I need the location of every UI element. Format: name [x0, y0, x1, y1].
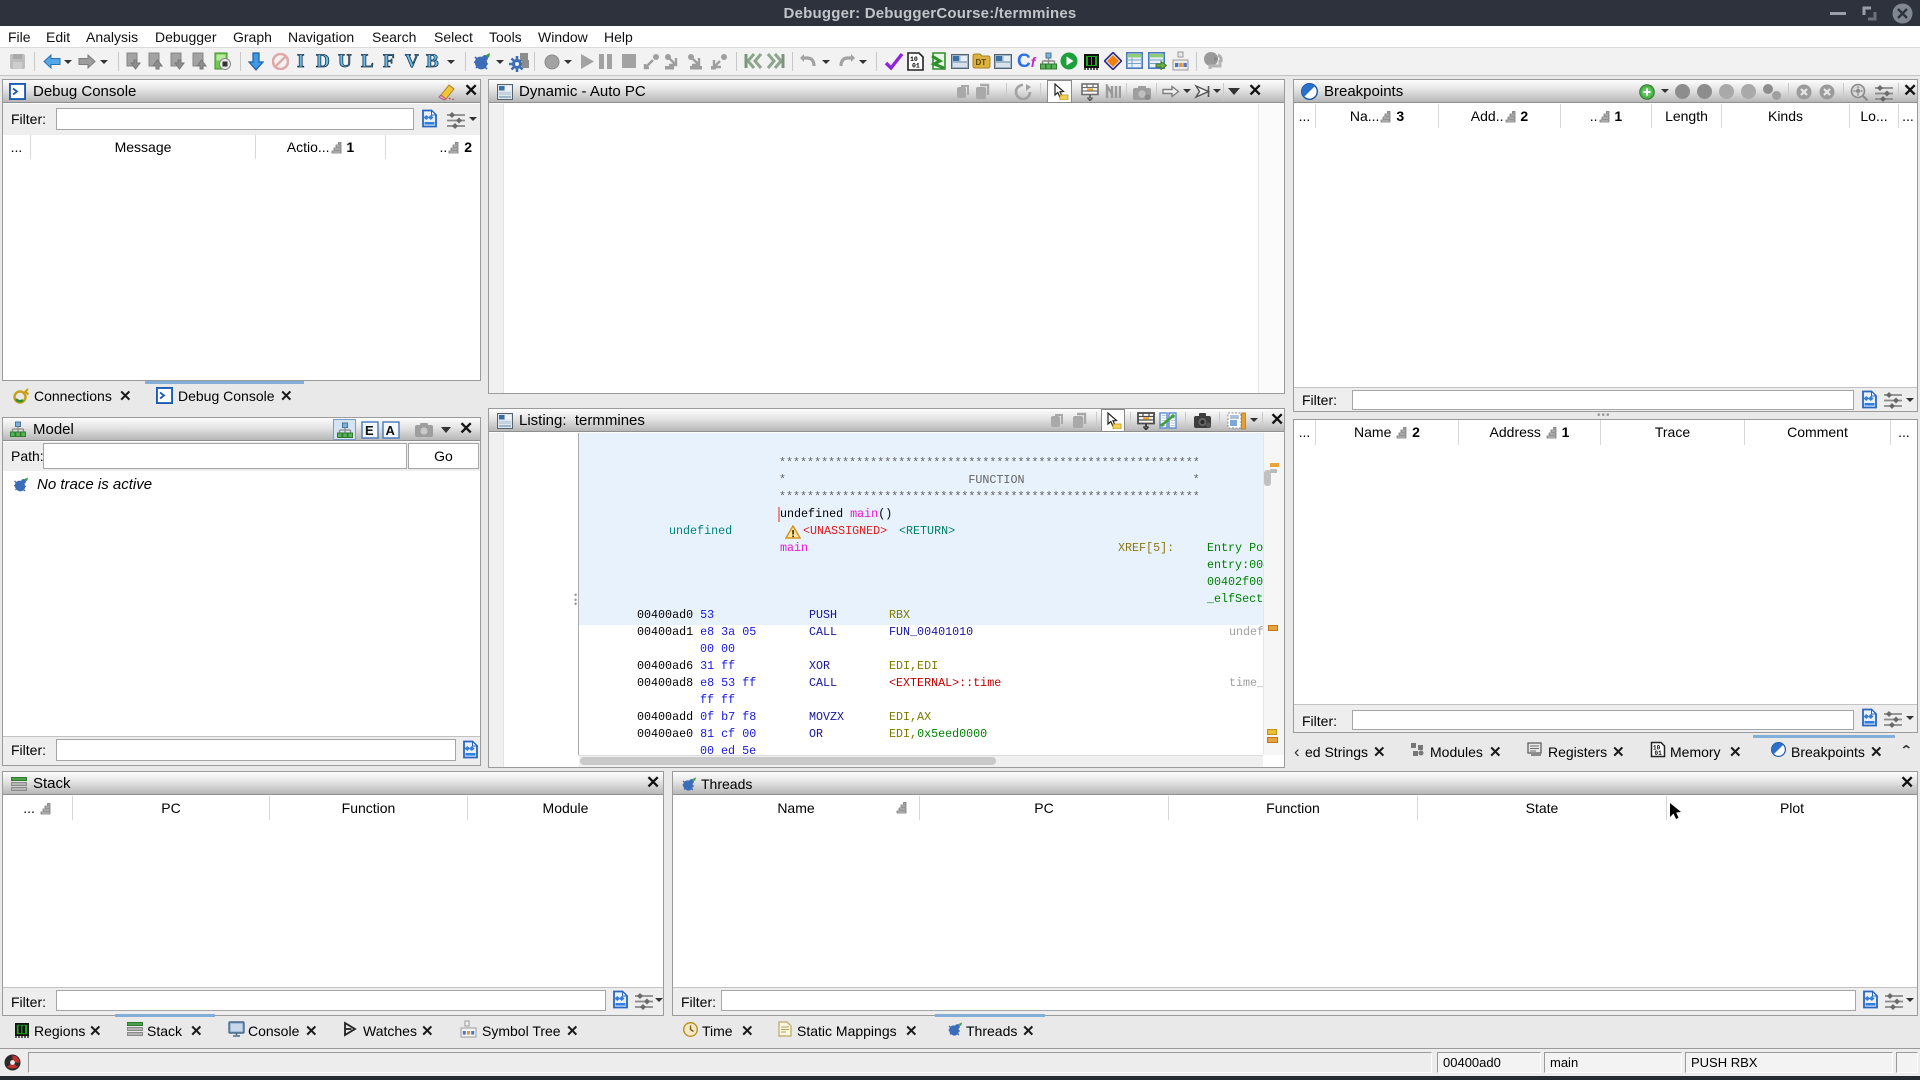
svg-text:01: 01: [912, 63, 920, 70]
svg-text:A: A: [386, 423, 396, 438]
svg-text:DT: DT: [976, 58, 987, 67]
svg-text:01: 01: [1655, 750, 1663, 757]
svg-text:E: E: [365, 423, 374, 438]
